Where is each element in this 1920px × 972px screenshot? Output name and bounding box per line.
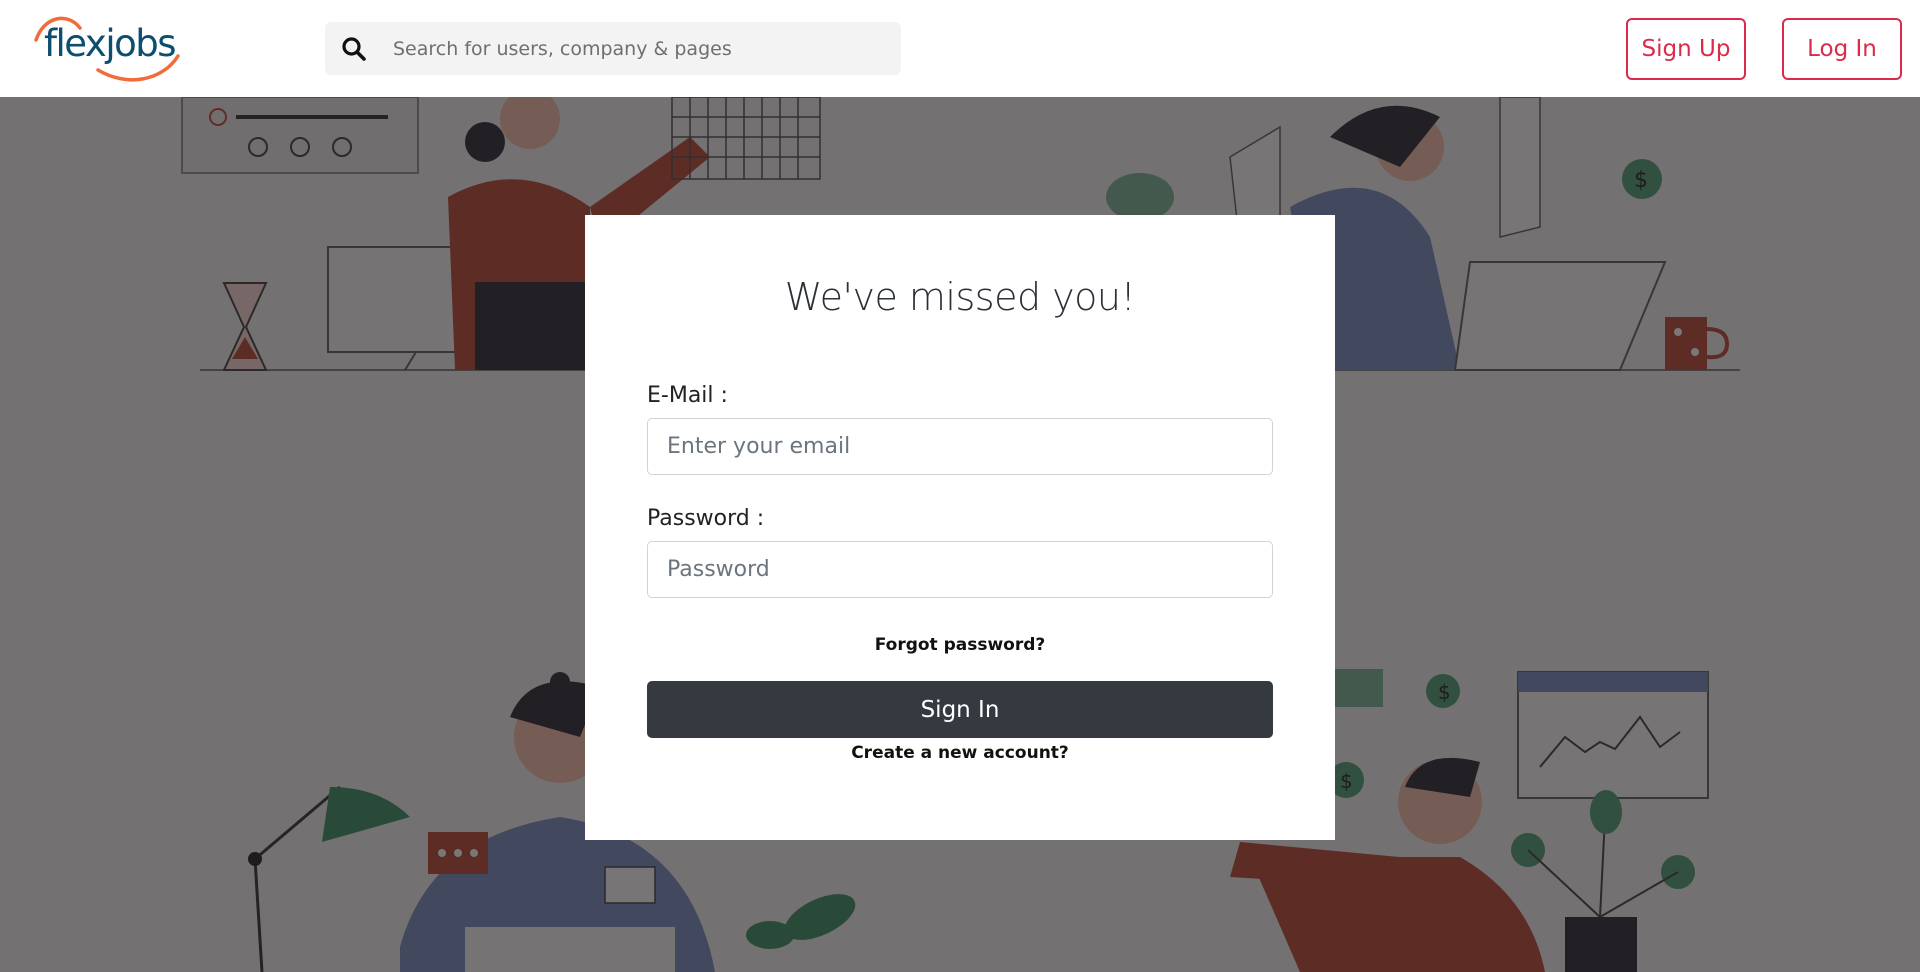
search-bar[interactable] [325,22,901,75]
login-card: We've missed you! E-Mail : Password : Fo… [585,215,1335,840]
sign-up-button[interactable]: Sign Up [1626,18,1746,80]
password-label: Password : [647,506,765,531]
email-field[interactable] [647,418,1273,475]
sign-in-button[interactable]: Sign In [647,681,1273,738]
log-in-button[interactable]: Log In [1782,18,1902,80]
logo-wordmark: flexjobs [44,22,177,65]
password-field[interactable] [647,541,1273,598]
create-account-link[interactable]: Create a new account? [585,743,1335,763]
search-input[interactable] [393,22,883,75]
top-navbar: flexjobs Sign Up Log In [0,0,1920,97]
login-title: We've missed you! [784,275,1136,319]
email-label: E-Mail : [647,383,728,408]
flexjobs-logo[interactable]: flexjobs [28,14,188,84]
forgot-password-link[interactable]: Forgot password? [585,635,1335,655]
search-icon [342,37,366,61]
